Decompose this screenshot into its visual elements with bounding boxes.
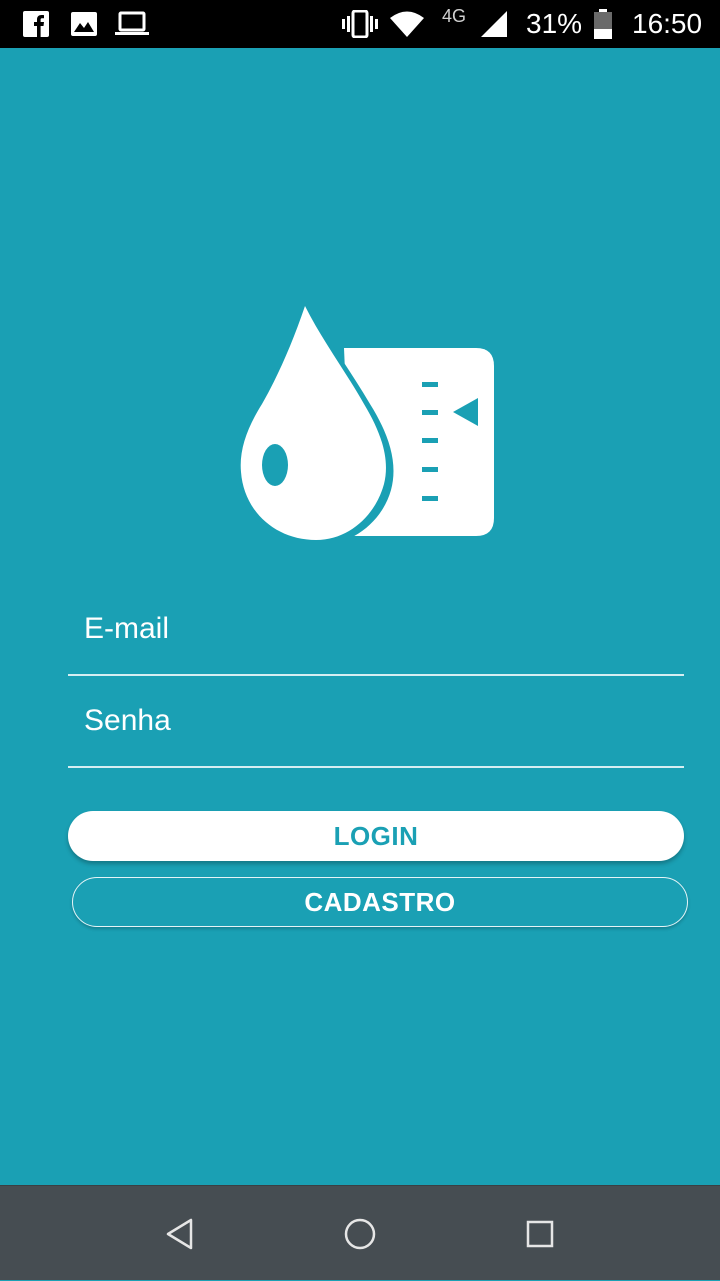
status-bar: 4G 31% 16:50 — [0, 0, 720, 48]
password-field-wrapper — [68, 676, 684, 768]
laptop-icon — [114, 0, 150, 48]
battery-icon — [592, 0, 614, 48]
email-field[interactable] — [68, 584, 684, 674]
register-button[interactable]: CADASTRO — [72, 877, 688, 927]
battery-percent: 31% — [526, 8, 583, 39]
login-button[interactable]: LOGIN — [68, 811, 684, 861]
email-field-wrapper — [68, 584, 684, 676]
water-drop-gauge-icon — [233, 300, 494, 546]
clock: 16:50 — [632, 8, 703, 39]
login-screen: LOGIN CADASTRO — [0, 48, 720, 1185]
wifi-icon — [389, 0, 425, 48]
facebook-icon — [22, 0, 50, 48]
home-circle-icon[interactable] — [315, 1186, 405, 1281]
password-field[interactable] — [68, 676, 684, 766]
navigation-bar — [0, 1185, 720, 1280]
signal-icon — [480, 0, 508, 48]
vibrate-icon — [342, 0, 378, 48]
network-type: 4G — [442, 6, 467, 26]
gallery-icon — [70, 0, 98, 48]
back-triangle-icon[interactable] — [135, 1186, 225, 1281]
recents-square-icon[interactable] — [495, 1186, 585, 1281]
